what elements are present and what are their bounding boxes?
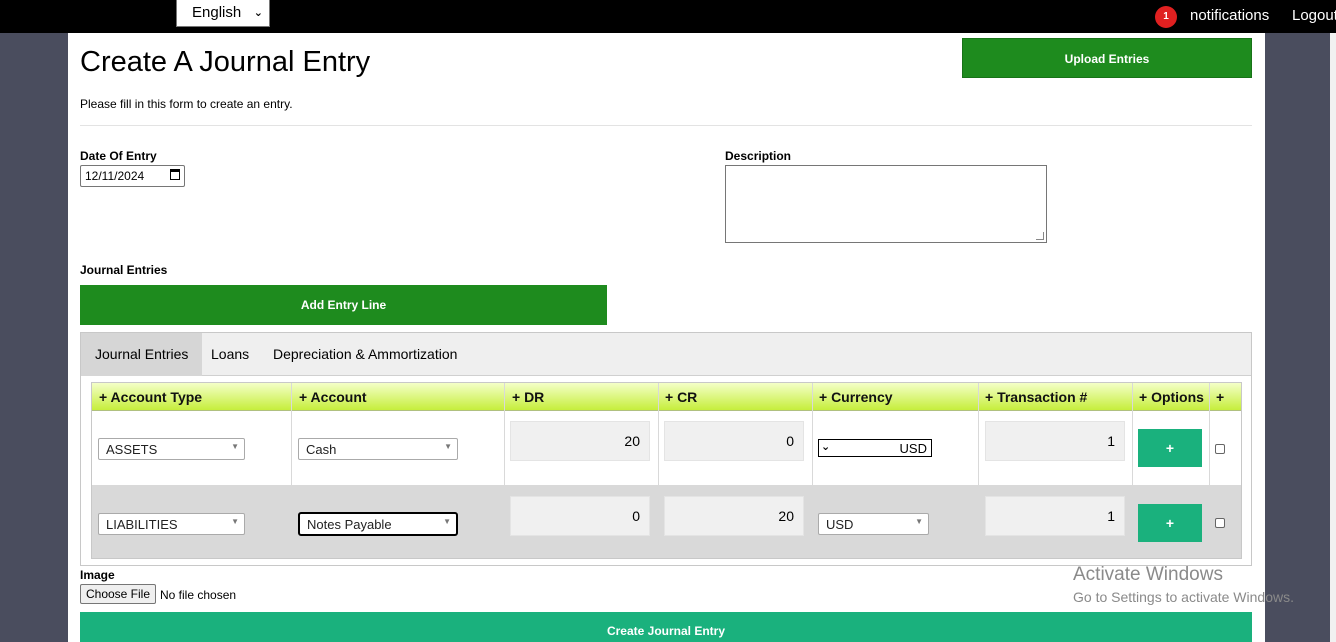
grid-header: + Account Type + Account + DR + CR + Cur… [92, 383, 1241, 411]
tab-depreciation[interactable]: Depreciation & Ammortization [259, 333, 471, 376]
header-transaction[interactable]: + Transaction # [985, 389, 1087, 405]
dropdown-arrow-icon: ▼ [231, 442, 239, 451]
scrollbar[interactable] [1330, 33, 1336, 642]
column-divider [1132, 383, 1133, 558]
chevron-down-icon: ⌄ [821, 441, 831, 453]
file-status: No file chosen [160, 588, 237, 602]
date-label: Date Of Entry [80, 149, 157, 163]
upload-entries-button[interactable]: Upload Entries [962, 38, 1252, 78]
dropdown-arrow-icon: ▼ [231, 517, 239, 526]
logout-link[interactable]: Logout [1292, 7, 1336, 24]
cr-input[interactable]: 0 [664, 421, 804, 461]
account-type-select[interactable]: ASSETS ▼ [98, 438, 245, 460]
create-journal-entry-button[interactable]: Create Journal Entry [80, 612, 1252, 642]
header-dr[interactable]: + DR [512, 389, 544, 405]
account-select[interactable]: Cash ▼ [298, 438, 458, 460]
column-divider [658, 383, 659, 558]
account-value: Cash [306, 442, 337, 457]
notification-badge[interactable]: 1 [1155, 6, 1177, 28]
account-type-value: ASSETS [106, 442, 158, 457]
activate-windows-watermark: Activate Windows Go to Settings to activ… [1073, 564, 1294, 605]
choose-file-button[interactable]: Choose File [80, 584, 156, 604]
language-value: English [192, 4, 242, 21]
account-type-select[interactable]: LIABILITIES ▼ [98, 513, 245, 535]
column-divider [291, 383, 292, 558]
column-divider [812, 383, 813, 558]
add-entry-line-button[interactable]: Add Entry Line [80, 285, 607, 325]
header-options[interactable]: + Options [1139, 389, 1204, 405]
transaction-input[interactable]: 1 [985, 496, 1125, 536]
journal-grid: + Account Type + Account + DR + CR + Cur… [91, 382, 1242, 559]
dropdown-arrow-icon: ▼ [443, 517, 451, 526]
journal-entries-label: Journal Entries [80, 263, 168, 277]
header-currency[interactable]: + Currency [819, 389, 893, 405]
cr-input[interactable]: 20 [664, 496, 804, 536]
chevron-down-icon: ⌄ [253, 7, 263, 19]
column-divider [1209, 383, 1210, 558]
row-checkbox[interactable] [1215, 518, 1225, 528]
dropdown-arrow-icon: ▼ [444, 442, 452, 451]
description-textarea[interactable] [725, 165, 1047, 243]
account-type-value: LIABILITIES [106, 517, 178, 532]
column-divider [504, 383, 505, 558]
account-value: Notes Payable [307, 517, 392, 532]
account-select[interactable]: Notes Payable ▼ [298, 512, 458, 536]
top-bar: English ⌄ 1 notifications Logout [0, 0, 1336, 33]
page-subtitle: Please fill in this form to create an en… [80, 97, 293, 111]
language-select[interactable]: English ⌄ [176, 0, 270, 27]
header-account[interactable]: + Account [299, 389, 367, 405]
calendar-icon[interactable] [170, 169, 180, 180]
tab-journal-entries[interactable]: Journal Entries [81, 333, 203, 376]
dr-input[interactable]: 20 [510, 421, 650, 461]
page-content: Create A Journal Entry Please fill in th… [68, 33, 1265, 642]
dropdown-arrow-icon: ▼ [915, 517, 923, 526]
row-option-button[interactable]: + [1138, 429, 1202, 467]
divider [80, 125, 1252, 126]
image-label: Image [80, 568, 115, 582]
description-label: Description [725, 149, 792, 163]
resize-grip-icon[interactable] [1036, 232, 1044, 240]
header-extra[interactable]: + [1216, 389, 1224, 405]
transaction-input[interactable]: 1 [985, 421, 1125, 461]
notifications-link[interactable]: notifications [1190, 7, 1269, 24]
page-title: Create A Journal Entry [80, 46, 371, 78]
tab-loans[interactable]: Loans [197, 333, 263, 376]
row-checkbox[interactable] [1215, 444, 1225, 454]
header-account-type[interactable]: + Account Type [99, 389, 202, 405]
watermark-subtitle: Go to Settings to activate Windows. [1073, 589, 1294, 605]
entries-tab-panel: Journal Entries Loans Depreciation & Amm… [80, 332, 1252, 566]
tab-bar: Journal Entries Loans Depreciation & Amm… [81, 333, 1251, 376]
currency-select[interactable]: ⌄ USD [818, 439, 932, 457]
dr-input[interactable]: 0 [510, 496, 650, 536]
currency-value: USD [826, 517, 854, 532]
date-value: 12/11/2024 [85, 169, 145, 183]
row-option-button[interactable]: + [1138, 504, 1202, 542]
currency-select[interactable]: USD ▼ [818, 513, 929, 535]
currency-value: USD [899, 441, 927, 456]
watermark-title: Activate Windows [1073, 564, 1223, 585]
header-cr[interactable]: + CR [665, 389, 697, 405]
date-input[interactable]: 12/11/2024 [80, 165, 185, 187]
column-divider [978, 383, 979, 558]
